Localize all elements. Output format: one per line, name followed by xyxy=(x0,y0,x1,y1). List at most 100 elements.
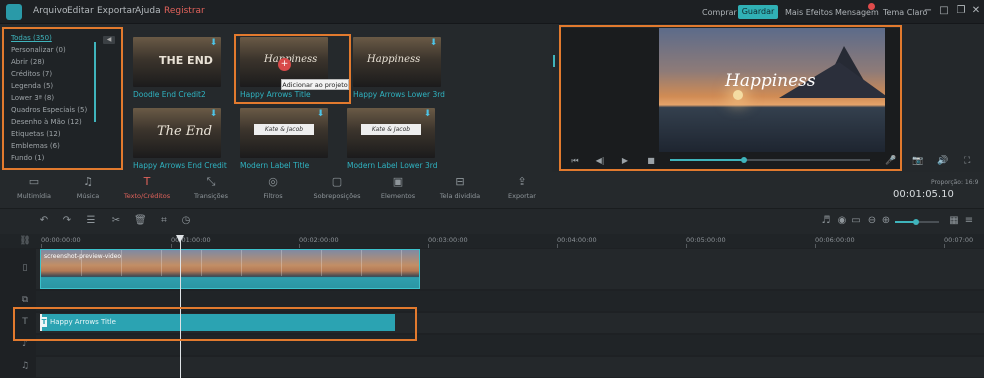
effect-thumbnail[interactable]: THE END ⬇ xyxy=(133,37,221,87)
text-track-icon: T xyxy=(22,317,28,327)
playback-scrubber[interactable] xyxy=(741,157,747,163)
redo-icon[interactable]: ↷ xyxy=(61,215,73,226)
preview-video[interactable]: Happiness xyxy=(659,28,885,152)
undo-icon[interactable]: ↶ xyxy=(38,215,50,226)
more-effects-link[interactable]: Mais Efeitos xyxy=(785,8,833,17)
text-icon: T xyxy=(143,175,151,188)
crop-icon[interactable]: ⌗ xyxy=(158,215,170,226)
category-item[interactable]: Créditos (7) xyxy=(11,70,52,78)
step-back-icon[interactable]: ◀| xyxy=(595,156,605,165)
panel-splitter[interactable] xyxy=(553,55,555,67)
zoom-slider-knob[interactable] xyxy=(913,219,919,225)
text-clip-icon: T xyxy=(41,317,47,327)
effect-thumbnail[interactable]: Kate & Jacob ⬇ xyxy=(347,108,435,158)
download-icon[interactable]: ⬇ xyxy=(209,110,218,119)
category-item[interactable]: Legenda (5) xyxy=(11,82,53,90)
category-item[interactable]: Fundo (1) xyxy=(11,154,44,162)
playhead[interactable] xyxy=(180,238,181,378)
ruler-tick: 00:07:00 xyxy=(944,236,974,244)
tab-label: Exportar xyxy=(508,192,536,200)
category-item[interactable]: Etiquetas (12) xyxy=(11,130,61,138)
thumbnail-caption: Modern Label Lower 3rd xyxy=(347,161,438,170)
export-icon: ⇪ xyxy=(517,175,527,188)
effect-thumbnail[interactable]: The End ⬇ xyxy=(133,108,221,158)
effect-thumbnail[interactable]: Kate & Jacob ⬇ xyxy=(240,108,328,158)
text-clip-label: Happy Arrows Title xyxy=(50,318,116,326)
tab-media[interactable]: ▭ Multimídia xyxy=(6,176,62,201)
grid-view-icon[interactable]: ▦ xyxy=(948,215,960,226)
music-track[interactable] xyxy=(36,357,984,377)
zoom-fit-icon[interactable]: ▭ xyxy=(850,215,862,226)
zoom-slider-fill xyxy=(895,221,915,223)
category-item[interactable]: Personalizar (0) xyxy=(11,46,66,54)
menu-export[interactable]: Exportar xyxy=(97,6,136,16)
category-scrollbar[interactable] xyxy=(94,42,96,122)
minimize-icon[interactable]: − xyxy=(922,5,934,17)
filters-icon: ◎ xyxy=(268,175,278,188)
close-icon[interactable]: ✕ xyxy=(970,5,982,17)
tab-export[interactable]: ⇪ Exportar xyxy=(494,175,550,201)
collapse-panel-icon[interactable]: ◀ xyxy=(103,36,115,44)
speed-icon[interactable]: ◷ xyxy=(180,215,192,226)
adjust-icon[interactable]: ☰ xyxy=(85,215,97,226)
overlay-track[interactable] xyxy=(36,291,984,311)
cut-icon[interactable]: ✂ xyxy=(110,215,122,226)
snapshot-icon[interactable]: 📷 xyxy=(912,156,923,166)
thumbnail-art: The End xyxy=(157,124,213,139)
download-icon[interactable]: ⬇ xyxy=(209,39,218,48)
tab-overlays[interactable]: ▢ Sobreposições xyxy=(309,176,365,201)
record-voiceover-icon[interactable]: ◉ xyxy=(836,215,848,226)
tab-elements[interactable]: ▣ Elementos xyxy=(370,176,426,201)
zoom-out-icon[interactable]: ⊖ xyxy=(866,215,878,226)
clip-frame-divider xyxy=(281,250,282,276)
category-item[interactable]: Abrir (28) xyxy=(11,58,45,66)
tooltip: Adicionar ao projeto xyxy=(281,79,349,90)
delete-icon[interactable]: 🗑 xyxy=(134,215,147,226)
category-item[interactable]: Todas (350) xyxy=(11,34,52,42)
menu-help[interactable]: Ajuda xyxy=(135,6,161,16)
thumbnail-art: THE END xyxy=(159,54,213,67)
download-icon[interactable]: ⬇ xyxy=(423,110,432,119)
skip-back-icon[interactable]: ⏮ xyxy=(570,156,580,166)
video-track-icon: ▯ xyxy=(22,263,28,273)
buy-link[interactable]: Comprar xyxy=(702,8,737,17)
effect-thumbnail[interactable]: Happiness ⬇ xyxy=(353,37,441,87)
download-icon[interactable]: ⬇ xyxy=(429,39,438,48)
add-to-project-button[interactable]: + xyxy=(278,58,291,71)
tab-transitions[interactable]: ⤡ Transições xyxy=(183,176,239,201)
list-view-icon[interactable]: ≡ xyxy=(963,215,975,226)
stop-icon[interactable]: ■ xyxy=(646,156,656,165)
theme-toggle[interactable]: Tema Claro xyxy=(883,8,927,17)
play-icon[interactable]: ▶ xyxy=(620,156,630,165)
save-button[interactable]: Guardar xyxy=(738,5,778,19)
link-icon[interactable]: ⛓ xyxy=(18,236,32,246)
volume-icon[interactable]: 🔊 xyxy=(937,156,948,166)
restore-icon[interactable]: ❐ xyxy=(955,5,967,17)
category-item[interactable]: Quadros Especiais (5) xyxy=(11,106,87,114)
menu-file[interactable]: Arquivo xyxy=(33,6,67,16)
download-icon[interactable]: ⬇ xyxy=(316,110,325,119)
microphone-icon[interactable]: 🎤 xyxy=(885,156,896,166)
audio-mixer-icon[interactable]: ♬ xyxy=(820,215,832,226)
overlay-track-icon: ⧉ xyxy=(21,295,29,305)
thumbnail-caption: Happy Arrows End Credit xyxy=(133,161,227,170)
tab-text-credits[interactable]: T Texto/Créditos xyxy=(119,175,175,201)
audio-track[interactable] xyxy=(36,335,984,355)
category-item[interactable]: Lower 3ª (8) xyxy=(11,94,54,102)
category-item[interactable]: Desenho à Mão (12) xyxy=(11,118,82,126)
split-screen-icon: ⊟ xyxy=(455,175,465,188)
tab-split-screen[interactable]: ⊟ Tela dividida xyxy=(432,175,488,201)
zoom-in-icon[interactable]: ⊕ xyxy=(880,215,892,226)
menu-register[interactable]: Registrar xyxy=(164,6,205,16)
ruler-tick: 00:01:00:00 xyxy=(171,236,211,244)
category-item[interactable]: Emblemas (6) xyxy=(11,142,60,150)
menu-edit[interactable]: Editar xyxy=(67,6,94,16)
ruler-tick: 00:04:00:00 xyxy=(557,236,597,244)
audio-track-icon: ♪ xyxy=(22,339,28,349)
tab-filters[interactable]: ◎ Filtros xyxy=(245,175,301,201)
maximize-icon[interactable]: □ xyxy=(938,5,950,17)
overlay-title: Happiness xyxy=(725,71,816,91)
fullscreen-icon[interactable]: ⛶ xyxy=(964,156,970,166)
thumbnail-caption: Happy Arrows Lower 3rd xyxy=(353,90,445,99)
tab-music[interactable]: ♫ Música xyxy=(60,176,116,201)
